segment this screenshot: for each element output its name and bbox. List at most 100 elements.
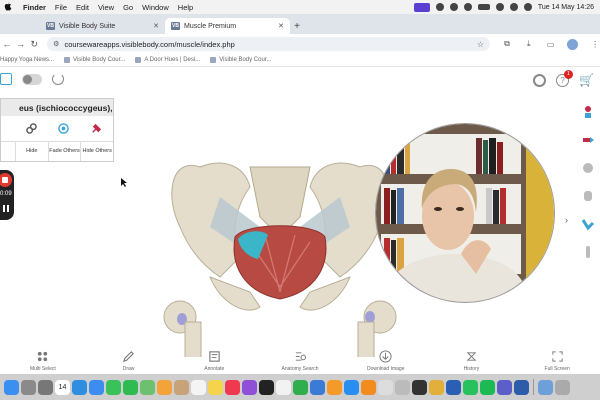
sketch-icon[interactable]	[378, 379, 393, 395]
skeleton-layer-icon[interactable]	[581, 105, 595, 119]
anatomy-search-button[interactable]: Anatomy Search	[257, 345, 343, 374]
fade-others-button[interactable]: Fade Others	[47, 142, 81, 161]
address-bar[interactable]: ⚙ coursewareapps.visiblebody.com/muscle/…	[47, 37, 491, 51]
chrome-icon[interactable]	[429, 379, 444, 395]
books-icon[interactable]	[361, 379, 376, 395]
safari-icon[interactable]	[72, 379, 87, 395]
help-icon[interactable]: ? 1	[556, 69, 574, 87]
control-center-icon[interactable]	[523, 3, 532, 11]
finder-icon[interactable]	[4, 379, 19, 395]
wifi-icon[interactable]	[495, 3, 504, 11]
tv-icon[interactable]	[259, 379, 274, 395]
messages-icon[interactable]	[106, 379, 121, 395]
reload-icon[interactable]: ↻	[27, 39, 41, 50]
link-icon[interactable]	[26, 123, 37, 134]
profile-avatar[interactable]	[567, 38, 579, 50]
podcasts-icon[interactable]	[242, 379, 257, 395]
close-icon[interactable]: ✕	[278, 22, 284, 30]
history-button[interactable]: History	[429, 345, 515, 374]
reminders-icon[interactable]	[191, 379, 206, 395]
bookmark-star-icon[interactable]: ☆	[477, 40, 484, 49]
numbers-icon[interactable]	[293, 379, 308, 395]
facetime-icon[interactable]	[123, 379, 138, 395]
menu-edit[interactable]: Edit	[76, 3, 89, 12]
status-icon[interactable]	[435, 3, 444, 11]
pause-icon[interactable]	[3, 205, 9, 212]
xray-toggle[interactable]	[22, 73, 42, 85]
pelvis-3d-model[interactable]	[150, 127, 410, 357]
annotate-button[interactable]: Annotate	[171, 345, 257, 374]
bookmark-item[interactable]: A Door Hues | Desi...	[135, 57, 200, 63]
menu-file[interactable]: File	[55, 3, 67, 12]
menu-help[interactable]: Help	[178, 3, 193, 12]
menu-dots-icon[interactable]: ⋮	[590, 39, 600, 49]
word-icon[interactable]	[446, 379, 461, 395]
app-store-icon[interactable]	[344, 379, 359, 395]
news-icon[interactable]	[276, 379, 291, 395]
bookmark-item[interactable]: Visible Body Cour...	[210, 57, 272, 63]
leg-icon[interactable]	[581, 245, 595, 259]
maps-icon[interactable]	[140, 379, 155, 395]
trash-icon[interactable]	[555, 379, 570, 395]
arm-icon[interactable]	[581, 217, 595, 231]
screen-recording-icon[interactable]	[413, 2, 430, 12]
draw-button[interactable]: Draw	[86, 345, 172, 374]
chevron-right-icon[interactable]: ›	[565, 215, 568, 225]
apple-icon[interactable]	[4, 2, 14, 13]
mail-icon[interactable]	[89, 379, 104, 395]
cart-icon[interactable]: 🛒	[579, 73, 594, 87]
new-tab-button[interactable]: +	[290, 18, 304, 34]
multi-select-button[interactable]: Multi Select	[0, 345, 86, 374]
target-icon[interactable]	[58, 123, 70, 134]
music-icon[interactable]	[225, 379, 240, 395]
tab-muscle-premium[interactable]: VB Muscle Premium ✕	[165, 18, 290, 34]
stop-recording-button[interactable]	[0, 173, 12, 187]
photos-icon[interactable]	[157, 379, 172, 395]
hide-others-button[interactable]: Hide Others	[80, 142, 113, 161]
full-screen-button[interactable]: Full Screen	[514, 345, 600, 374]
downloads-stack-icon[interactable]	[538, 379, 553, 395]
menu-app-name[interactable]: Finder	[23, 3, 46, 12]
forward-icon[interactable]: →	[14, 39, 28, 49]
launchpad-icon[interactable]	[21, 379, 36, 395]
vpn-icon[interactable]	[514, 379, 529, 395]
webcam-overlay[interactable]	[375, 123, 555, 303]
grid-view-icon[interactable]	[0, 73, 12, 85]
preview-icon[interactable]	[395, 379, 410, 395]
torso-icon[interactable]	[581, 189, 595, 203]
whatsapp-icon[interactable]	[463, 379, 478, 395]
muscle-layer-icon[interactable]	[581, 133, 595, 147]
close-icon[interactable]: ✕	[153, 22, 159, 30]
status-icon[interactable]	[463, 3, 472, 11]
extensions-icon[interactable]: ⧉	[502, 39, 512, 49]
site-info-icon[interactable]: ⚙	[53, 40, 59, 48]
pin-icon[interactable]	[91, 123, 102, 134]
download-icon[interactable]: ⤓	[524, 39, 534, 49]
terminal-icon[interactable]	[412, 379, 427, 395]
pages-icon[interactable]	[327, 379, 342, 395]
spotify-icon[interactable]	[480, 379, 495, 395]
menubar-clock[interactable]: Tue 14 May 14:26	[538, 4, 594, 11]
tab-visible-body-suite[interactable]: VB Visible Body Suite ✕	[40, 18, 165, 34]
menu-view[interactable]: View	[98, 3, 114, 12]
menu-window[interactable]: Window	[142, 3, 169, 12]
calendar-icon[interactable]: 14	[55, 379, 70, 395]
notes-icon[interactable]	[208, 379, 223, 395]
bookmark-item[interactable]: Happy Yoga News...	[0, 57, 54, 63]
keynote-icon[interactable]	[310, 379, 325, 395]
battery-icon[interactable]	[477, 4, 490, 10]
settings-icon[interactable]	[533, 73, 547, 87]
hide-button[interactable]: Hide	[15, 142, 48, 161]
reset-view-icon[interactable]	[52, 73, 64, 85]
head-icon[interactable]	[581, 161, 595, 175]
system-settings-icon[interactable]	[38, 379, 53, 395]
status-icon[interactable]	[449, 3, 458, 11]
contacts-icon[interactable]	[174, 379, 189, 395]
menu-go[interactable]: Go	[123, 3, 133, 12]
search-icon[interactable]	[509, 3, 518, 11]
sidebar-icon[interactable]: ▭	[546, 39, 556, 49]
teams-icon[interactable]	[497, 379, 512, 395]
bookmark-item[interactable]: Visible Body Cour...	[64, 57, 125, 63]
download-image-button[interactable]: Download Image	[343, 345, 429, 374]
back-icon[interactable]: ←	[0, 39, 14, 49]
